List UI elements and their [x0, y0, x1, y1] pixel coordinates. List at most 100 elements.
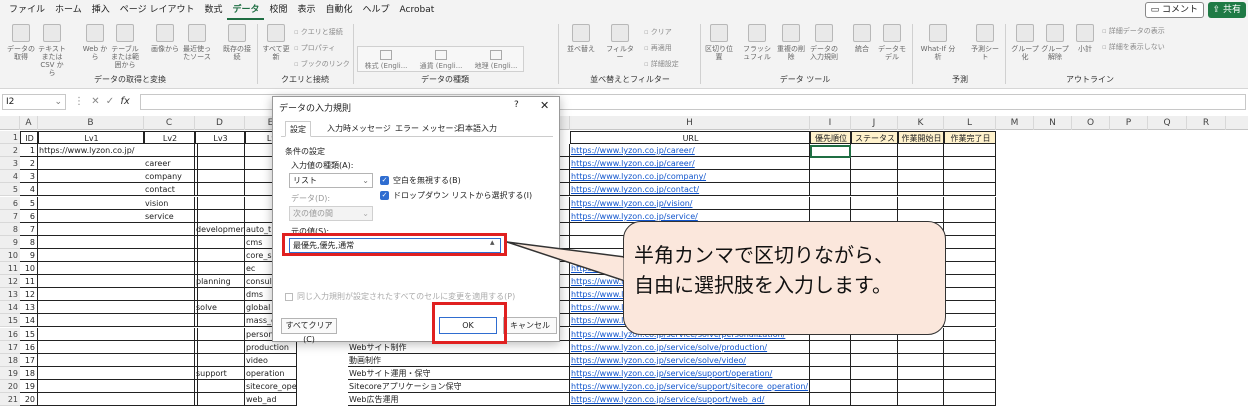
apply-all-checkbox[interactable]: [285, 293, 293, 301]
group-button[interactable]: グループ化: [1010, 22, 1040, 74]
cell-url[interactable]: https://www.lyzon.co.jp/service/support/…: [570, 393, 810, 406]
cell-lv3[interactable]: [195, 248, 245, 262]
cell-lv2[interactable]: [144, 235, 195, 249]
cell-empty[interactable]: [944, 262, 996, 275]
get-data-button[interactable]: データの取得: [6, 22, 36, 74]
cell-lv4[interactable]: production: [245, 340, 297, 354]
from-csv-button[interactable]: テキストまたはCSV から: [37, 22, 67, 77]
cell-empty[interactable]: [944, 222, 996, 236]
geography-type-button[interactable]: 地理 (Engli...: [470, 50, 522, 70]
cell-lv2[interactable]: [144, 144, 195, 158]
cell-lv3[interactable]: [195, 196, 245, 210]
row-header[interactable]: 18: [0, 353, 20, 367]
cell-id[interactable]: 4: [20, 183, 38, 197]
cell-lv2[interactable]: contact: [144, 183, 195, 197]
tab-automate[interactable]: 自動化: [321, 0, 358, 20]
header-cell-id[interactable]: ID: [20, 131, 38, 144]
what-if-button[interactable]: What-If 分析: [920, 22, 956, 74]
cancel-entry-icon[interactable]: ✕: [91, 96, 99, 107]
reapply-button[interactable]: 再適用: [644, 43, 672, 53]
cell-lv4[interactable]: video: [245, 353, 297, 367]
row-header[interactable]: 20: [0, 379, 20, 393]
column-header-a[interactable]: A: [20, 116, 38, 130]
tab-help[interactable]: ヘルプ: [358, 0, 395, 20]
cell-lv2[interactable]: [144, 340, 195, 354]
header-cell-lv1[interactable]: Lv1: [38, 131, 144, 144]
cell-lv3[interactable]: [195, 340, 245, 354]
cell-empty[interactable]: [851, 144, 898, 158]
tab-page-layout[interactable]: ページ レイアウト: [115, 0, 200, 20]
cell-url[interactable]: https://www.lyzon.co.jp/career/: [570, 157, 810, 171]
column-header-j[interactable]: J: [851, 116, 898, 130]
row-header[interactable]: 7: [0, 209, 20, 223]
cell-id[interactable]: 9: [20, 248, 38, 262]
cell-empty[interactable]: [944, 314, 996, 328]
row-header[interactable]: 8: [0, 222, 20, 236]
cell-empty[interactable]: [810, 353, 851, 367]
cell-lv2[interactable]: company: [144, 170, 195, 184]
workbook-links-button[interactable]: ブックのリンク: [294, 59, 350, 69]
cell-title[interactable]: Sitecoreアプリケーション保守: [348, 379, 570, 393]
tab-settings[interactable]: 設定: [285, 121, 311, 137]
insert-function-icon[interactable]: fx: [120, 96, 129, 107]
cell-lv3[interactable]: development: [195, 222, 245, 236]
cell-empty[interactable]: [851, 157, 898, 171]
tab-data[interactable]: データ: [227, 0, 265, 20]
header-cell-url[interactable]: URL: [570, 131, 810, 144]
cell-empty[interactable]: [944, 144, 996, 158]
cell-empty[interactable]: [851, 340, 898, 354]
help-icon[interactable]: ?: [514, 100, 519, 110]
cell-url[interactable]: https://www.lyzon.co.jp/career/: [570, 144, 810, 158]
tab-acrobat[interactable]: Acrobat: [395, 0, 440, 20]
existing-connections-button[interactable]: 既存の接続: [222, 22, 252, 74]
cell-empty[interactable]: [898, 196, 944, 210]
tab-insert[interactable]: 挿入: [87, 0, 115, 20]
cell-lv2[interactable]: [144, 275, 195, 289]
row-header[interactable]: 15: [0, 314, 20, 328]
column-header-l[interactable]: L: [944, 116, 996, 130]
stocks-type-button[interactable]: 株式 (Engli...: [360, 50, 412, 70]
row-header[interactable]: 2: [0, 144, 20, 158]
cell-lv3[interactable]: [195, 235, 245, 249]
cell-lv2[interactable]: [144, 393, 195, 406]
cell-id[interactable]: 15: [20, 327, 38, 341]
ignore-blank-checkbox[interactable]: ✓: [380, 176, 389, 185]
header-cell-lv2[interactable]: Lv2: [144, 131, 195, 144]
cell-empty[interactable]: [898, 393, 944, 406]
cell-empty[interactable]: [944, 288, 996, 302]
cell-empty[interactable]: [898, 157, 944, 171]
cell-empty[interactable]: [944, 340, 996, 354]
cell-lv4[interactable]: sitecore_operation: [245, 379, 297, 393]
dropdown-checkbox[interactable]: ✓: [380, 191, 389, 200]
cell-url[interactable]: https://www.lyzon.co.jp/service/support/…: [570, 379, 810, 393]
remove-duplicates-button[interactable]: 重複の削除: [776, 22, 806, 74]
column-header-q[interactable]: Q: [1148, 116, 1187, 130]
cell-empty[interactable]: [898, 340, 944, 354]
cell-empty[interactable]: [944, 235, 996, 249]
row-header[interactable]: 16: [0, 327, 20, 341]
cell-empty[interactable]: [810, 196, 851, 210]
column-header-d[interactable]: D: [195, 116, 245, 130]
cell-lv4[interactable]: web_ad: [245, 393, 297, 406]
cell-title[interactable]: Webサイト運用・保守: [348, 366, 570, 380]
from-picture-button[interactable]: 画像から: [150, 22, 180, 74]
cell-lv3[interactable]: solve: [195, 301, 245, 315]
close-icon[interactable]: ✕: [540, 99, 549, 112]
tab-input-message[interactable]: 入力時メッセージ: [323, 121, 395, 137]
cell-id[interactable]: 1: [20, 144, 38, 158]
cell-id[interactable]: 2: [20, 157, 38, 171]
advanced-filter-button[interactable]: 詳細設定: [644, 59, 679, 69]
cell-lv3[interactable]: planning: [195, 275, 245, 289]
cell-empty[interactable]: [810, 157, 851, 171]
cell-empty[interactable]: [944, 248, 996, 262]
ungroup-button[interactable]: グループ解除: [1040, 22, 1070, 74]
cell-lv3[interactable]: [195, 183, 245, 197]
cell-lv2[interactable]: service: [144, 209, 195, 223]
row-header[interactable]: 6: [0, 196, 20, 210]
cell-empty[interactable]: [898, 170, 944, 184]
cell-empty[interactable]: [944, 327, 996, 341]
queries-connections-button[interactable]: クエリと接続: [294, 27, 343, 37]
tab-formulas[interactable]: 数式: [199, 0, 227, 20]
data-validation-button[interactable]: データの入力規則: [809, 22, 839, 74]
cell-lv3[interactable]: [195, 157, 245, 171]
